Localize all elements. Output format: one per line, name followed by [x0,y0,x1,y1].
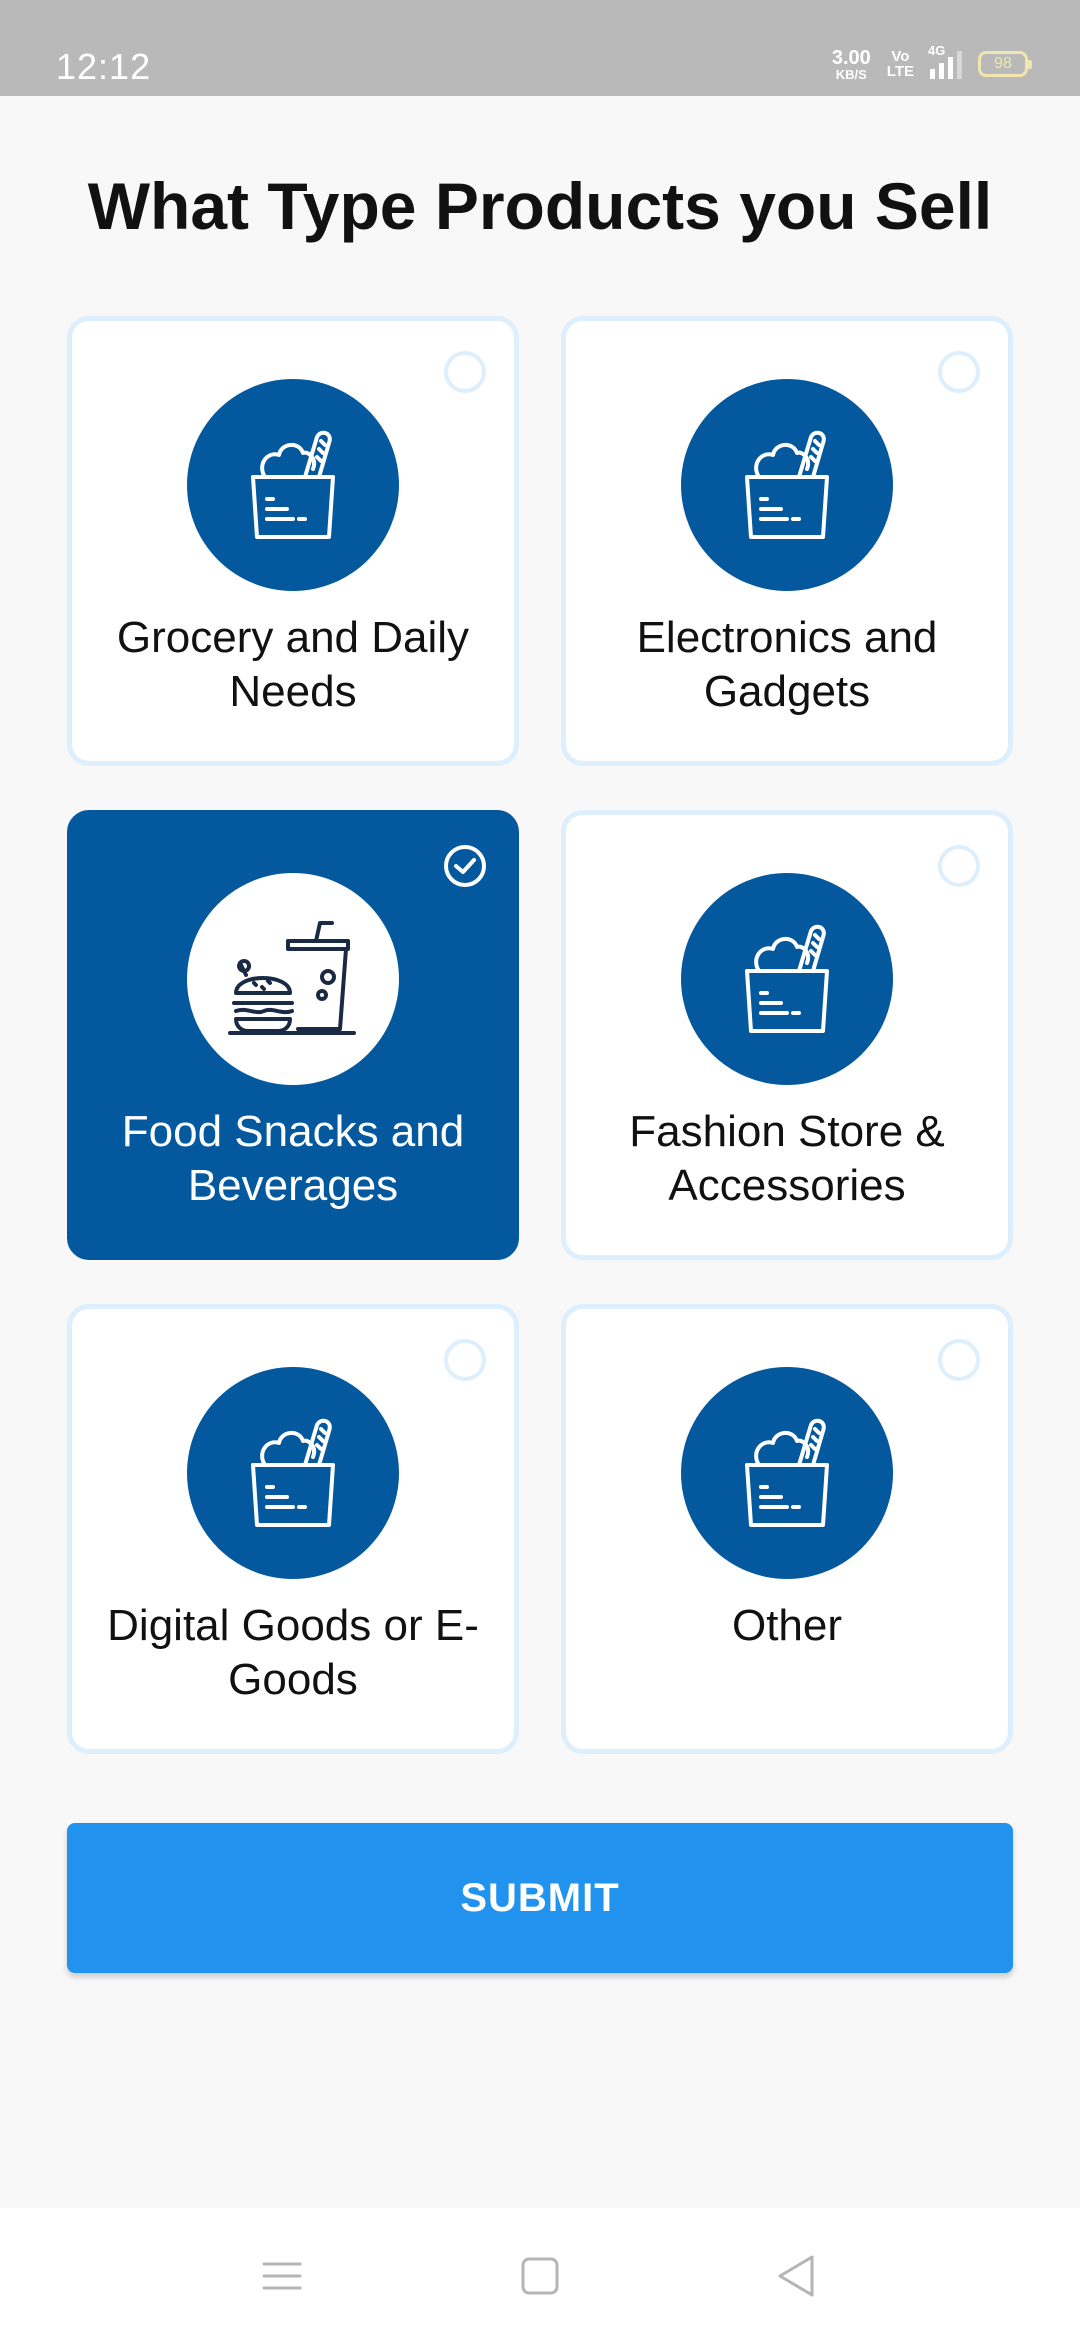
category-label: Food Snacks and Beverages [121,1107,465,1210]
category-card-electronics[interactable]: Electronics and Gadgets [561,316,1013,766]
system-nav-bar [0,2208,1080,2340]
category-label: Grocery and Daily Needs [116,613,470,716]
network-speed-value: 3.00 [831,46,871,69]
signal-icon: 4G [928,43,962,79]
category-card-grocery[interactable]: Grocery and Daily Needs [67,316,519,766]
battery-level: 98 [994,55,1012,72]
volte-top: Vo [891,48,910,65]
status-time: 12:12 [56,46,152,87]
status-icons: 3.00 KB/S Vo LTE 4G 98 [832,43,1032,84]
radio-unselected-icon[interactable] [938,1339,980,1381]
battery-icon: 98 [978,51,1032,77]
category-label: Electronics and Gadgets [636,613,938,716]
grocery-bag-icon [681,379,893,591]
grocery-bag-icon [187,379,399,591]
grocery-bag-icon [681,873,893,1085]
radio-unselected-icon[interactable] [444,351,486,393]
menu-icon[interactable] [258,2252,306,2300]
signal-bar [939,63,944,79]
radio-unselected-icon[interactable] [938,845,980,887]
network-speed-unit: KB/S [835,66,867,82]
category-card-other[interactable]: Other [561,1304,1013,1754]
signal-bar [948,57,953,79]
category-card-digital[interactable]: Digital Goods or E-Goods [67,1304,519,1754]
signal-bar [930,69,935,79]
volte-icon: Vo LTE [887,49,914,79]
network-speed: 3.00 KB/S [832,48,871,81]
home-square-icon[interactable] [516,2252,564,2300]
back-triangle-icon[interactable] [772,2252,820,2300]
submit-button[interactable]: SUBMIT [67,1823,1013,1973]
category-label: Fashion Store & Accessories [629,1107,945,1210]
page-title: What Type Products you Sell [87,169,993,243]
radio-checked-icon[interactable] [444,845,486,887]
category-label: Digital Goods or E-Goods [107,1601,479,1704]
category-card-fashion[interactable]: Fashion Store & Accessories [561,810,1013,1260]
category-card-food[interactable]: Food Snacks and Beverages [67,810,519,1260]
grocery-bag-icon [681,1367,893,1579]
radio-unselected-icon[interactable] [444,1339,486,1381]
signal-bar [957,51,962,79]
volte-bottom: LTE [886,63,914,80]
category-label: Other [731,1601,843,1650]
network-type: 4G [928,43,946,58]
grocery-bag-icon [187,1367,399,1579]
radio-unselected-icon[interactable] [938,351,980,393]
burger-drink-icon [187,873,399,1085]
status-bar: 12:12 3.00 KB/S Vo LTE 4G 98 [0,0,1080,96]
